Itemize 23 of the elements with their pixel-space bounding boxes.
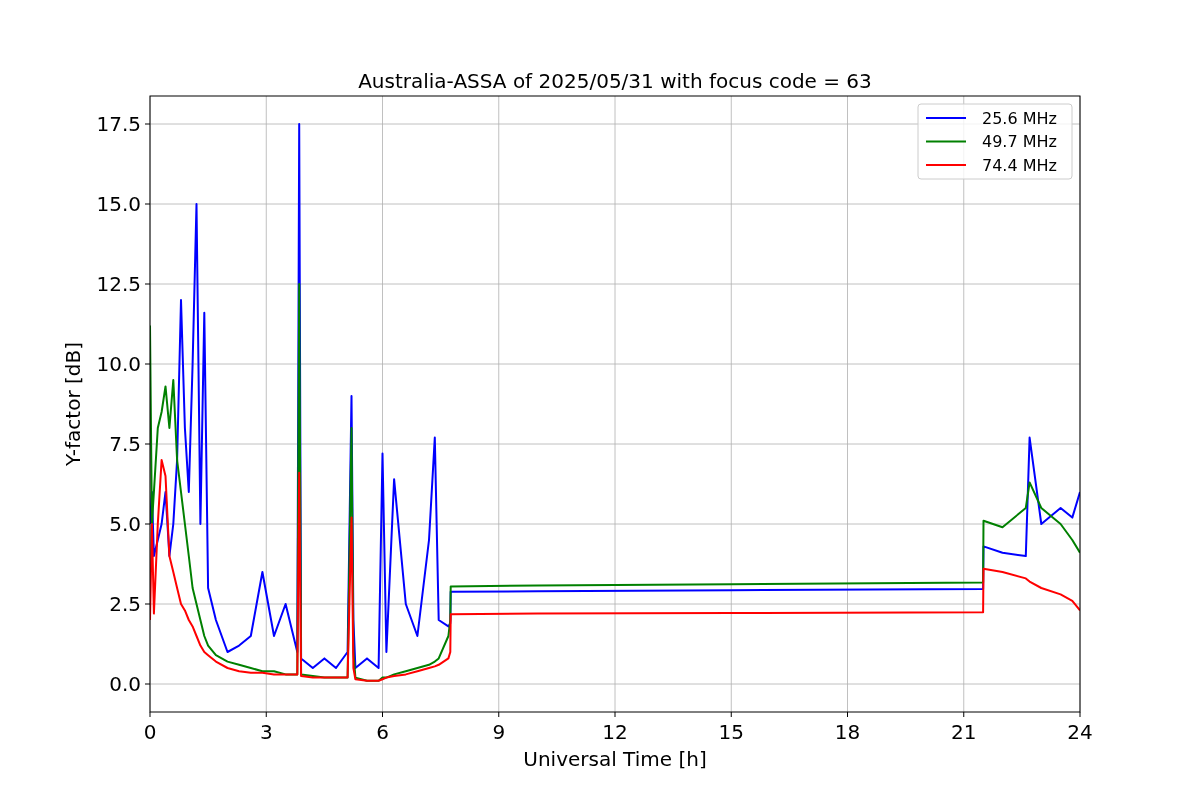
legend-label: 74.4 MHz: [982, 155, 1057, 175]
y-axis-label: Y-factor [dB]: [61, 342, 85, 466]
tick-label: 12.5: [96, 272, 141, 296]
tick-label: 7.5: [109, 432, 141, 456]
tick-label: 0: [143, 720, 157, 744]
tick-label: 18: [834, 720, 861, 744]
tick-label: 17.5: [96, 112, 141, 136]
tick-label: 6: [376, 720, 389, 744]
tick-label: 3: [259, 720, 273, 744]
legend-label: 49.7 MHz: [982, 132, 1057, 151]
tick-label: 5.0: [109, 512, 141, 536]
tick-label: 21: [951, 720, 977, 744]
tick-label: 24: [1067, 720, 1093, 744]
tick-label: 2.5: [109, 592, 141, 616]
tick-label: 12: [602, 720, 628, 744]
tick-label: 15.0: [96, 192, 141, 216]
tick-label: 15: [718, 720, 744, 744]
chart-title: Australia-ASSA of 2025/05/31 with focus code = 63: [358, 69, 872, 93]
x-axis-label: Universal Time [h]: [523, 747, 707, 771]
legend-label: 25.6 MHz: [982, 108, 1057, 128]
tick-label: 10.0: [96, 352, 141, 376]
tick-label: 0.0: [109, 672, 141, 696]
tick-label: 9: [492, 720, 506, 744]
